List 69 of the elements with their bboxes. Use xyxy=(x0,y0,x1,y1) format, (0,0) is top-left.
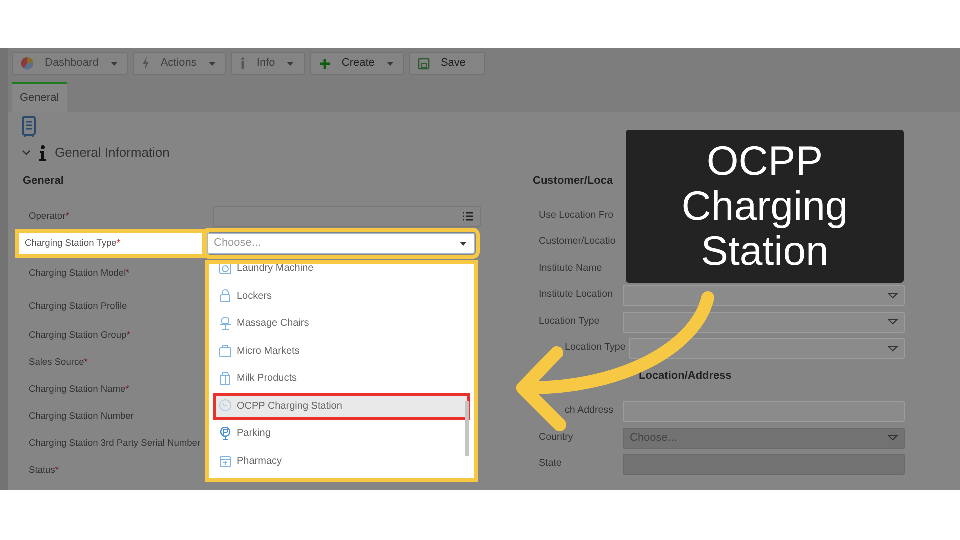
section-heading: General xyxy=(23,174,65,188)
dropdown-option[interactable]: Massage Chairs xyxy=(213,310,470,338)
section-title: General Information xyxy=(55,144,170,162)
chair-icon xyxy=(219,316,232,331)
toolbar-button[interactable]: Info xyxy=(230,52,305,75)
chevron-down-icon xyxy=(22,148,31,158)
document-icon xyxy=(22,116,36,138)
field-label: Sales Source* xyxy=(28,356,89,369)
dropdown-option[interactable]: Micro Markets xyxy=(213,338,470,365)
caret-icon xyxy=(888,434,898,442)
info-icon xyxy=(39,144,47,161)
save-icon xyxy=(418,58,430,70)
field-label: ch Address xyxy=(564,404,614,418)
field-label: Operator* xyxy=(28,210,70,223)
toolbar-button[interactable]: Save xyxy=(408,52,485,75)
dropdown-option[interactable]: Pharmacy xyxy=(213,448,470,475)
caret-icon xyxy=(386,60,395,68)
tab[interactable]: General xyxy=(12,82,68,112)
field-label: Location Type xyxy=(564,341,626,356)
field-label: Location Type xyxy=(538,314,601,329)
dropdown-option[interactable]: OCPP Charging Station xyxy=(213,392,470,420)
field-label: Charging Station 3rd Party Serial Number xyxy=(28,436,202,450)
field-label: Charging Station Number xyxy=(28,410,135,423)
select-field[interactable] xyxy=(623,285,905,306)
dropdown-option[interactable]: Parking xyxy=(213,420,470,448)
list-icon xyxy=(462,211,474,222)
toolbar-button[interactable]: Dashboard xyxy=(12,52,128,75)
caret-icon xyxy=(459,240,468,248)
field-label: Charging Station Type* xyxy=(19,232,205,254)
field-label: Institute Name xyxy=(538,262,604,276)
select-field[interactable] xyxy=(623,312,905,333)
field-label: Charging Station Model* xyxy=(28,267,131,280)
caret-icon xyxy=(110,60,119,68)
lock-icon xyxy=(219,289,232,304)
field-label: Charging Station Profile xyxy=(28,300,128,313)
field-label: State xyxy=(538,457,563,472)
caret-icon xyxy=(888,318,898,326)
caret-icon xyxy=(208,60,217,68)
lightning-icon xyxy=(142,57,150,70)
field-label: Use Location Fro xyxy=(538,208,615,223)
dropdown-option[interactable]: Lockers xyxy=(213,282,470,310)
callout-text: OCPP Charging Station xyxy=(626,130,904,283)
caret-icon xyxy=(286,60,296,68)
field-label: Charging Station Group* xyxy=(28,328,132,342)
scrollbar xyxy=(465,401,469,456)
medicine-box-icon xyxy=(219,454,232,468)
info-icon xyxy=(240,57,246,70)
field-label: Customer/Locatio xyxy=(538,235,617,250)
field-label: Institute Location xyxy=(538,288,614,302)
parking-sign-icon xyxy=(219,426,232,441)
plus-icon xyxy=(318,58,331,70)
select-field[interactable] xyxy=(628,338,905,360)
field-label: Status* xyxy=(28,464,60,477)
field-label: Charging Station Name* xyxy=(28,382,130,396)
washer-icon xyxy=(219,264,232,276)
field-label: Country xyxy=(538,430,574,445)
section-heading: Customer/Loca xyxy=(533,174,614,188)
collapse-toggle[interactable] xyxy=(22,148,31,158)
toolbar-button[interactable]: Create xyxy=(310,52,404,75)
caret-icon xyxy=(888,344,898,353)
dropdown-option[interactable]: Milk Products xyxy=(213,365,470,392)
bag-icon xyxy=(219,344,232,358)
lookup-field[interactable] xyxy=(213,206,481,227)
pie-chart-icon xyxy=(21,57,34,70)
carton-icon xyxy=(219,372,232,386)
dropdown-option[interactable]: Laundry Machine xyxy=(213,264,470,282)
toolbar-button[interactable]: Actions xyxy=(132,52,226,75)
section-heading: Location/Address xyxy=(638,369,733,384)
caret-icon xyxy=(888,292,898,300)
